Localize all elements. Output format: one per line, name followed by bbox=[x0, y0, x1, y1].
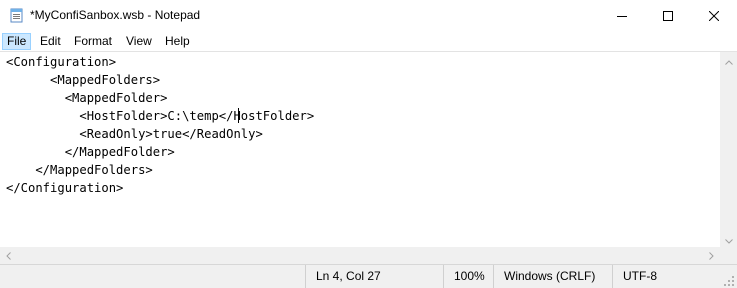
horizontal-scrollbar[interactable] bbox=[0, 247, 720, 264]
text-line: </Configuration> bbox=[6, 181, 124, 195]
text-line: </MappedFolder> bbox=[6, 145, 175, 159]
status-zoom: 100% bbox=[443, 265, 485, 288]
chevron-down-icon bbox=[724, 231, 733, 249]
vertical-scrollbar[interactable] bbox=[720, 52, 737, 248]
menu-help[interactable]: Help bbox=[160, 33, 195, 50]
notepad-icon bbox=[9, 8, 24, 23]
scroll-right-button[interactable] bbox=[703, 247, 720, 264]
scrollbar-corner bbox=[720, 247, 737, 264]
scroll-left-button[interactable] bbox=[0, 247, 17, 264]
text-caret bbox=[238, 108, 239, 123]
close-icon bbox=[709, 10, 719, 21]
text-line: <MappedFolders> bbox=[6, 73, 161, 87]
text-line: </MappedFolders> bbox=[6, 163, 153, 177]
chevron-up-icon bbox=[724, 52, 733, 70]
menu-edit[interactable]: Edit bbox=[35, 33, 66, 50]
scroll-up-button[interactable] bbox=[720, 52, 737, 69]
minimize-icon bbox=[617, 11, 627, 21]
text-line: <HostFolder>C:\temp</HostFolder> bbox=[6, 109, 315, 123]
menu-view[interactable]: View bbox=[121, 33, 157, 50]
minimize-button[interactable] bbox=[599, 0, 645, 31]
status-encoding: UTF-8 bbox=[612, 265, 657, 288]
menu-bar: File Edit Format View Help bbox=[0, 31, 737, 51]
menu-file[interactable]: File bbox=[2, 33, 32, 50]
status-line-ending: Windows (CRLF) bbox=[493, 265, 595, 288]
chevron-right-icon bbox=[709, 247, 714, 265]
text-editor[interactable]: <Configuration> <MappedFolders> <MappedF… bbox=[0, 52, 720, 248]
menu-format[interactable]: Format bbox=[69, 33, 117, 50]
resize-grip-icon[interactable] bbox=[723, 274, 735, 286]
text-line: <ReadOnly>true</ReadOnly> bbox=[6, 127, 263, 141]
scroll-down-button[interactable] bbox=[720, 231, 737, 248]
text-line: <MappedFolder> bbox=[6, 91, 168, 105]
maximize-button[interactable] bbox=[645, 0, 691, 31]
chevron-left-icon bbox=[6, 247, 11, 265]
title-bar[interactable]: *MyConfiSanbox.wsb - Notepad bbox=[0, 0, 737, 31]
window-title: *MyConfiSanbox.wsb - Notepad bbox=[30, 8, 201, 22]
maximize-icon bbox=[663, 10, 673, 21]
status-position: Ln 4, Col 27 bbox=[305, 265, 381, 288]
text-line: <Configuration> bbox=[6, 55, 117, 69]
status-bar: Ln 4, Col 27 100% Windows (CRLF) UTF-8 bbox=[0, 264, 737, 288]
close-button[interactable] bbox=[691, 0, 737, 31]
